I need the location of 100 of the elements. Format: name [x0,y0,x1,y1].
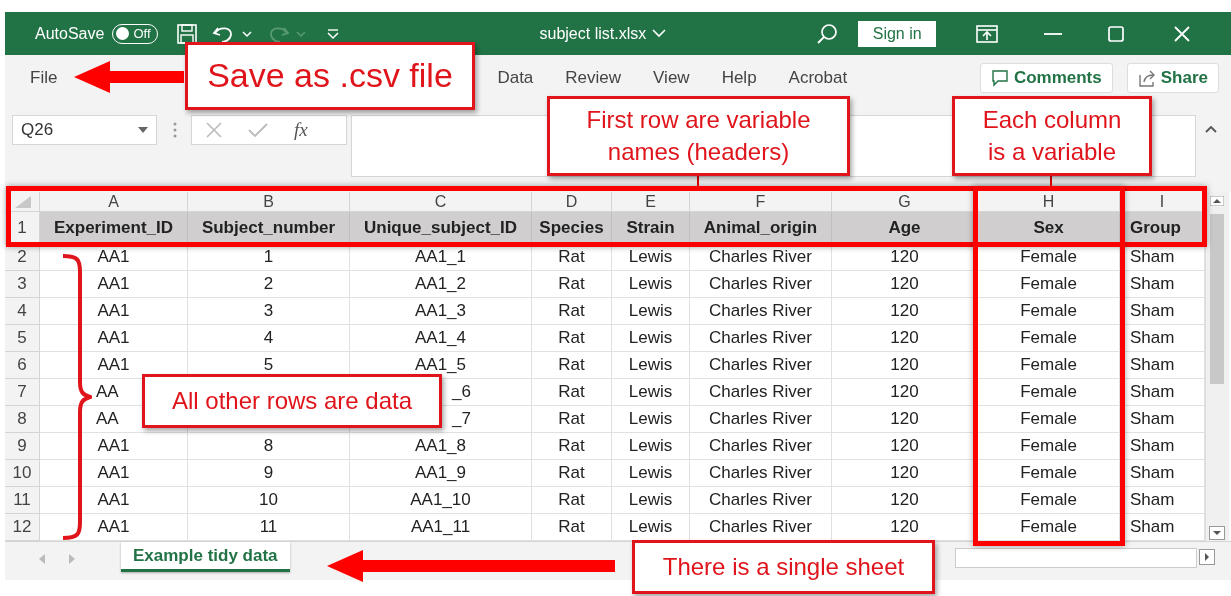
header-cell: Sex [978,212,1120,244]
table-cell: Female [978,514,1120,541]
column-header[interactable]: D [532,192,612,212]
ribbon-tab[interactable]: View [653,67,690,88]
table-cell: Female [978,487,1120,514]
row-number[interactable]: 5 [5,325,40,352]
maximize-icon[interactable] [1108,25,1125,42]
table-cell: AA1_2 [350,271,532,298]
table-cell: Charles River [690,298,832,325]
table-cell: 120 [832,298,978,325]
table-cell: Female [978,433,1120,460]
callout: First row are variable names (headers) [547,96,850,176]
table-cell: Female [978,460,1120,487]
row-number[interactable]: 6 [5,352,40,379]
table-cell: 120 [832,325,978,352]
table-cell: Female [978,406,1120,433]
column-header[interactable]: F [690,192,832,212]
search-icon[interactable] [816,22,839,45]
row-number[interactable]: 10 [5,460,40,487]
row-number[interactable]: 7 [5,379,40,406]
table-cell: AA1 [40,298,188,325]
ribbon-tab[interactable]: Acrobat [788,67,848,88]
table-cell: Rat [532,487,612,514]
callout: Save as .csv file [185,42,475,110]
table-cell: 2 [188,271,350,298]
table-cell: Lewis [612,325,690,352]
chevron-icon[interactable] [652,29,667,38]
table-cell: AA1_10 [350,487,532,514]
minimize-icon[interactable] [1044,31,1063,36]
header-cell: Subject_number [188,212,350,244]
scrollbar-thumb[interactable] [1210,214,1224,384]
row-number[interactable]: 8 [5,406,40,433]
table-cell: 1 [188,244,350,271]
table-cell: 120 [832,487,978,514]
table-cell: Charles River [690,244,832,271]
column-header[interactable]: B [188,192,350,212]
column-header[interactable]: C [350,192,532,212]
share-button[interactable]: Share [1126,62,1219,93]
sheet-tab[interactable]: Example tidy data [121,542,290,572]
autosave-label: AutoSave [35,24,105,43]
ribbon-display-icon[interactable] [976,24,999,43]
table-cell: 3 [188,298,350,325]
file-name[interactable]: subject list.xlsx [539,24,647,43]
customize-icon[interactable] [325,27,340,40]
table-cell: AA1_4 [350,325,532,352]
table-cell: Female [978,352,1120,379]
name-box[interactable]: Q26 [12,115,157,145]
header-cell: Unique_subject_ID [350,212,532,244]
row-number[interactable]: 3 [5,271,40,298]
insert-function-button[interactable]: fx [294,119,308,141]
dropdown-icon[interactable] [138,127,148,133]
table-cell: Charles River [690,433,832,460]
table-cell: AA1_9 [350,460,532,487]
sign-in-button[interactable]: Sign in [858,20,937,47]
row-number[interactable]: 12 [5,514,40,541]
table-cell: Lewis [612,298,690,325]
table-cell: Rat [532,460,612,487]
ribbon-tab[interactable]: Help [721,67,757,88]
column-header[interactable]: A [40,192,188,212]
ribbon-tab[interactable]: Data [497,67,534,88]
grip-icon [173,122,177,138]
table-cell: AA1 [40,433,188,460]
scroll-right-icon[interactable] [1199,549,1215,565]
table-cell: Charles River [690,325,832,352]
scroll-up-icon[interactable] [1210,196,1224,206]
table-cell: Rat [532,406,612,433]
comments-button[interactable]: Comments [979,62,1113,93]
callout: All other rows are data [142,374,442,428]
row-number[interactable]: 11 [5,487,40,514]
close-icon[interactable] [1174,25,1191,42]
header-cell: Species [532,212,612,244]
row-number[interactable]: 4 [5,298,40,325]
table-cell: 9 [188,460,350,487]
callout: Each column is a variable [952,96,1152,176]
table-cell: Lewis [612,352,690,379]
table-cell: Charles River [690,379,832,406]
scroll-down-icon[interactable] [1209,526,1225,540]
table-cell: Rat [532,379,612,406]
horizontal-scrollbar[interactable] [955,548,1197,568]
table-cell: Female [978,379,1120,406]
table-cell: Charles River [690,487,832,514]
column-header[interactable]: E [612,192,690,212]
header-cell: Animal_origin [690,212,832,244]
table-cell: Rat [532,298,612,325]
table-cell: Charles River [690,271,832,298]
save-icon[interactable] [175,22,198,45]
collapse-icon[interactable] [1205,125,1217,133]
table-cell: Charles River [690,460,832,487]
header-cell: Experiment_ID [40,212,188,244]
table-cell: Rat [532,271,612,298]
table-cell: Rat [532,325,612,352]
share-icon [1137,68,1156,87]
ribbon-tab[interactable]: Review [565,67,622,88]
check-icon[interactable] [248,122,268,138]
table-cell: 120 [832,352,978,379]
column-header[interactable]: H [978,192,1120,212]
ribbon-tab[interactable]: File [30,67,58,88]
table-cell: Female [978,325,1120,352]
table-cell: 120 [832,433,978,460]
row-number[interactable]: 9 [5,433,40,460]
